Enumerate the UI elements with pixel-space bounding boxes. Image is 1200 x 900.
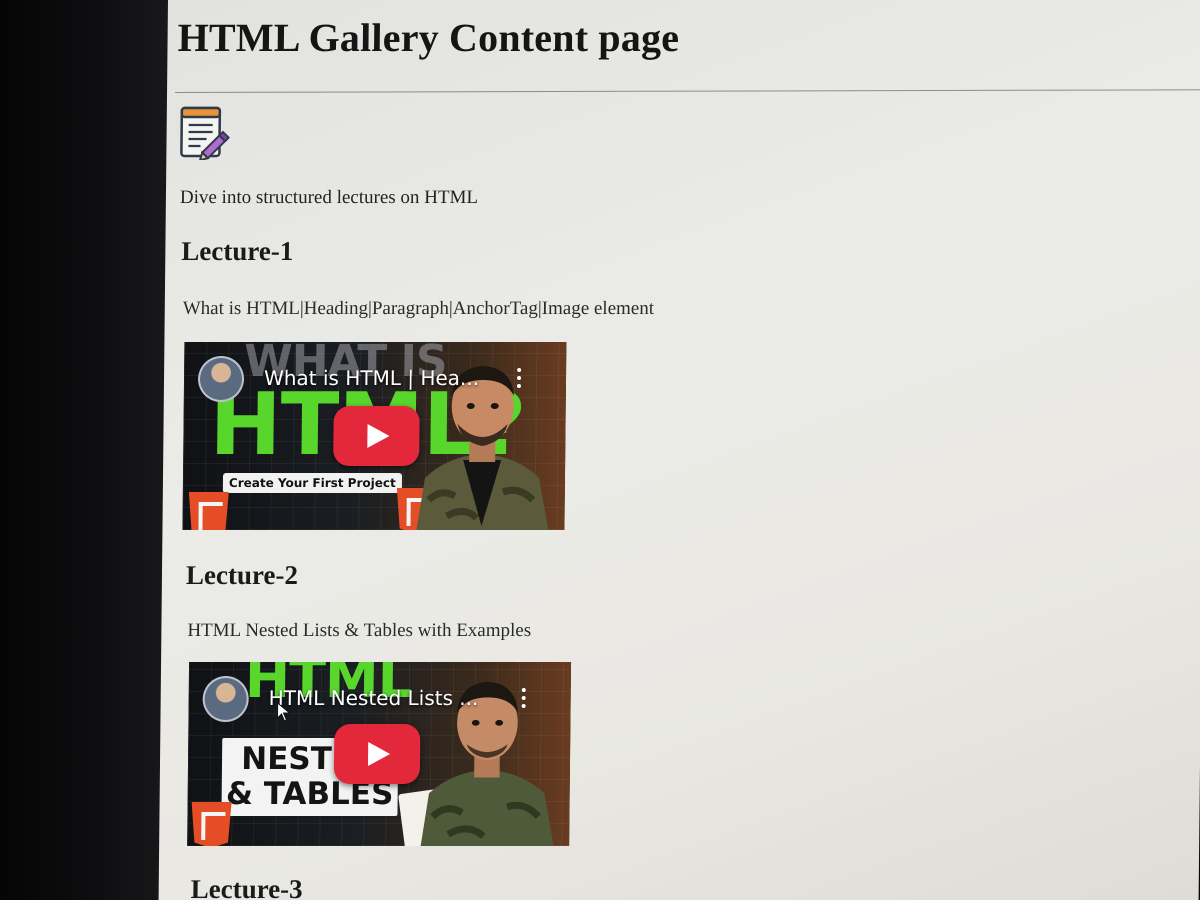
horizontal-rule [175, 89, 1200, 93]
lecture-2-description: HTML Nested Lists & Tables with Examples [187, 620, 532, 641]
kebab-menu-icon[interactable] [516, 368, 522, 390]
thumbnail-chip: Create Your First Project [222, 473, 402, 493]
video-title[interactable]: What is HTML | Hea... [264, 366, 479, 390]
page-tagline: Dive into structured lectures on HTML [179, 187, 479, 208]
browser-page: HTML Gallery Content page Dive into stru… [158, 0, 1200, 900]
lecture-1-heading: Lecture-1 [181, 236, 294, 266]
page-title: HTML Gallery Content page [177, 15, 680, 60]
html5-logo-icon [188, 492, 228, 530]
channel-avatar[interactable] [202, 676, 249, 722]
lecture-1-description: What is HTML|Heading|Paragraph|AnchorTag… [182, 298, 655, 319]
lecture-3-heading: Lecture-3 [190, 874, 303, 900]
notepad-pencil-icon [180, 106, 230, 160]
lecture-2-heading: Lecture-2 [185, 560, 299, 590]
kebab-menu-icon[interactable] [521, 688, 527, 710]
channel-avatar[interactable] [197, 356, 245, 402]
monitor-bezel [0, 0, 178, 900]
lecture-2-video-embed[interactable]: HTML NESTED & TABLES HTML Nested Lists .… [187, 662, 572, 846]
video-title[interactable]: HTML Nested Lists ... [269, 686, 479, 710]
mouse-cursor-icon [276, 702, 291, 722]
youtube-play-icon[interactable] [333, 406, 420, 466]
html5-logo-icon [191, 802, 231, 846]
lecture-1-video-embed[interactable]: WHAT IS HTML? Create Your First Project … [182, 342, 567, 530]
youtube-play-icon[interactable] [333, 724, 421, 784]
